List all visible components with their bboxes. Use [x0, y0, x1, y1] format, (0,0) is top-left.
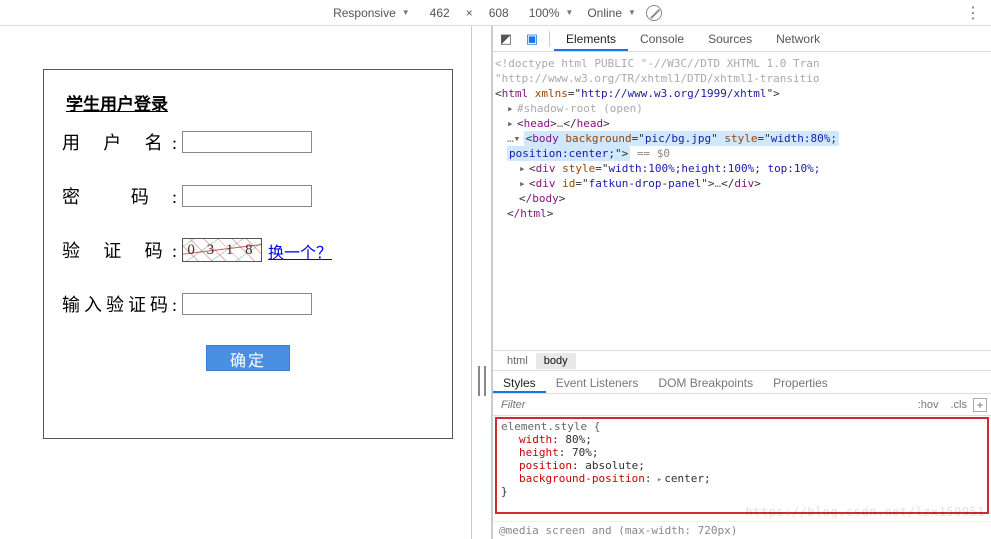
inspect-element-icon[interactable]: ◩	[493, 31, 519, 47]
rule-line-height[interactable]: height: 70%;	[501, 446, 985, 459]
dom-breadcrumbs: html body	[493, 350, 991, 370]
network-throttle-dropdown[interactable]: Online	[583, 4, 640, 22]
change-captcha-link[interactable]: 换一个？	[268, 239, 332, 263]
watermark-text: https://blog.csdn.net/lzx159951	[746, 505, 985, 519]
crumb-html[interactable]: html	[499, 353, 536, 369]
subtab-styles[interactable]: Styles	[493, 371, 546, 393]
styles-rule-block[interactable]: element.style { width: 80%; height: 70%;…	[493, 416, 991, 521]
devtools-panel: ◩ ▣ Elements Console Sources Network <!d…	[492, 26, 991, 539]
tab-console[interactable]: Console	[628, 26, 696, 51]
styles-filter-input[interactable]	[497, 398, 912, 412]
expand-arrow-icon[interactable]: ▸	[507, 101, 517, 116]
expand-arrow-icon[interactable]: ▾	[514, 131, 524, 146]
tab-separator	[549, 31, 550, 47]
subtab-event-listeners[interactable]: Event Listeners	[546, 371, 649, 393]
captcha-label: 验 证 码:	[62, 237, 182, 263]
password-label: 密 码:	[62, 183, 182, 209]
dom-div1[interactable]: ▸<div style="width:100%;height:100%; top…	[495, 161, 991, 176]
expand-arrow-icon[interactable]: ▸	[519, 176, 529, 191]
device-toolbar-menu-icon[interactable]: ⋮	[965, 3, 981, 23]
emulated-viewport: 学生用户登录 用 户 名: 密 码: 验 证 码: 0 3 1 8 换一个？ 输…	[3, 29, 465, 534]
styles-filter-bar: :hov .cls +	[493, 394, 991, 416]
dom-doctype-line1: <!doctype html PUBLIC "-//W3C//DTD XHTML…	[495, 57, 820, 70]
hov-toggle[interactable]: :hov	[912, 399, 945, 411]
viewport-width-input[interactable]	[420, 5, 460, 21]
viewport-resize-gutter[interactable]	[472, 26, 492, 539]
dom-tree[interactable]: <!doctype html PUBLIC "-//W3C//DTD XHTML…	[493, 52, 991, 350]
dom-div2[interactable]: ▸<div id="fatkun-drop-panel">…</div>	[495, 176, 991, 191]
rule-line-width[interactable]: width: 80%;	[501, 433, 985, 446]
device-mode-dropdown[interactable]: Responsive	[329, 4, 414, 22]
expand-arrow-icon[interactable]: ▸	[651, 475, 662, 485]
login-form: 学生用户登录 用 户 名: 密 码: 验 证 码: 0 3 1 8 换一个？ 输…	[43, 69, 453, 439]
dom-head[interactable]: ▸<head>…</head>	[495, 116, 991, 131]
toggle-device-toolbar-icon[interactable]: ▣	[519, 31, 545, 47]
dom-html-close[interactable]: </html>	[495, 206, 991, 221]
dom-body-close[interactable]: </body>	[495, 191, 991, 206]
main-area: 学生用户登录 用 户 名: 密 码: 验 证 码: 0 3 1 8 换一个？ 输…	[0, 26, 991, 539]
rotate-icon[interactable]	[646, 5, 662, 21]
expand-arrow-icon[interactable]: ▸	[519, 161, 529, 176]
new-style-rule-icon[interactable]: +	[973, 398, 987, 412]
rule-line-position[interactable]: position: absolute;	[501, 459, 985, 472]
subtab-properties[interactable]: Properties	[763, 371, 838, 393]
password-input[interactable]	[182, 185, 312, 207]
cls-toggle[interactable]: .cls	[945, 399, 974, 411]
captcha-image: 0 3 1 8	[182, 238, 262, 262]
emulated-viewport-wrap: 学生用户登录 用 户 名: 密 码: 验 证 码: 0 3 1 8 换一个？ 输…	[0, 26, 472, 539]
row-captcha: 验 证 码: 0 3 1 8 换一个？	[62, 237, 434, 263]
styles-subtabs: Styles Event Listeners DOM Breakpoints P…	[493, 370, 991, 394]
devtools-tabs: ◩ ▣ Elements Console Sources Network	[493, 26, 991, 52]
login-title: 学生用户登录	[66, 90, 434, 115]
zoom-dropdown[interactable]: 100%	[525, 4, 578, 22]
dom-body-open-cont[interactable]: position:center;"> == $0	[495, 146, 991, 161]
expand-arrow-icon[interactable]: ▸	[507, 116, 517, 131]
row-input-captcha: 输入验证码:	[62, 291, 434, 317]
rule-line-bgpos[interactable]: background-position: ▸center;	[501, 472, 985, 485]
viewport-height-input[interactable]	[479, 5, 519, 21]
tab-network[interactable]: Network	[764, 26, 832, 51]
dimensions-times: ×	[466, 6, 473, 20]
subtab-dom-breakpoints[interactable]: DOM Breakpoints	[648, 371, 763, 393]
device-toolbar: Responsive × 100% Online ⋮	[0, 0, 991, 26]
submit-button[interactable]: 确定	[206, 345, 290, 371]
next-rule-media: @media screen and (max-width: 720px)	[493, 521, 991, 539]
dom-body-open[interactable]: …▾<body background="pic/bg.jpg" style="w…	[495, 131, 991, 146]
rule-selector: element.style {	[501, 420, 600, 433]
captcha-input[interactable]	[182, 293, 312, 315]
username-input[interactable]	[182, 131, 312, 153]
viewport-resize-handle-icon[interactable]	[478, 366, 486, 396]
dom-shadow-root[interactable]: ▸#shadow-root (open)	[495, 101, 991, 116]
row-password: 密 码:	[62, 183, 434, 209]
rule-closing-brace: }	[501, 485, 508, 498]
tab-sources[interactable]: Sources	[696, 26, 764, 51]
dom-doctype-line2: "http://www.w3.org/TR/xhtml1/DTD/xhtml1-…	[495, 72, 820, 85]
tab-elements[interactable]: Elements	[554, 26, 628, 51]
dom-html-open[interactable]: <html xmlns="http://www.w3.org/1999/xhtm…	[495, 87, 780, 100]
input-captcha-label: 输入验证码:	[62, 291, 182, 317]
crumb-body[interactable]: body	[536, 353, 576, 369]
row-username: 用 户 名:	[62, 129, 434, 155]
username-label: 用 户 名:	[62, 129, 182, 155]
